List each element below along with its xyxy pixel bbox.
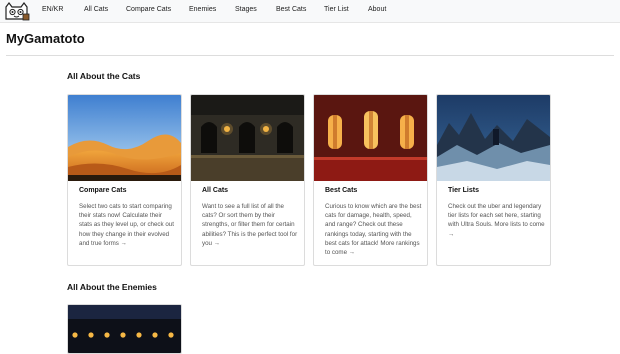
card-tier-lists[interactable]: Tier Lists Check out the uber and legend…: [436, 94, 551, 266]
enemies-section-heading: All About the Enemies: [67, 282, 157, 292]
card-description: Want to see a full list of all the cats?…: [202, 203, 298, 247]
nav-best-cats[interactable]: Best Cats: [276, 6, 306, 13]
card-title: Best Cats: [325, 187, 358, 194]
nav-lang-toggle[interactable]: EN/KR: [42, 6, 63, 13]
site-title: MyGamatoto: [6, 31, 85, 46]
card-title: Compare Cats: [79, 187, 127, 194]
card-title: Tier Lists: [448, 187, 479, 194]
nav-stages[interactable]: Stages: [235, 6, 257, 13]
dark-castle-image: [191, 95, 304, 181]
night-lanterns-image: [68, 305, 181, 353]
title-divider: [6, 55, 614, 56]
card-compare-cats[interactable]: Compare Cats Select two cats to start co…: [67, 94, 182, 266]
cat-face-logo-icon[interactable]: [3, 1, 30, 21]
card-description: Curious to know which are the best cats …: [325, 203, 422, 257]
nav-compare-cats[interactable]: Compare Cats: [126, 6, 171, 13]
nav-about[interactable]: About: [368, 6, 386, 13]
card-description: Select two cats to start comparing their…: [79, 203, 174, 247]
stormy-ruins-image: [437, 95, 550, 181]
card-all-cats[interactable]: All Cats Want to see a full list of all …: [190, 94, 305, 266]
cats-section-heading: All About the Cats: [67, 71, 141, 81]
nav-all-cats[interactable]: All Cats: [84, 6, 108, 13]
desert-dunes-image: [68, 95, 181, 181]
card-enemies[interactable]: [67, 304, 182, 354]
card-best-cats[interactable]: Best Cats Curious to know which are the …: [313, 94, 428, 266]
nav-tier-list[interactable]: Tier List: [324, 6, 349, 13]
nav-enemies[interactable]: Enemies: [189, 6, 216, 13]
top-navbar: EN/KR All Cats Compare Cats Enemies Stag…: [0, 0, 620, 23]
red-palace-image: [314, 95, 427, 181]
card-description: Check out the uber and legendary tier li…: [448, 203, 545, 238]
card-title: All Cats: [202, 187, 229, 194]
